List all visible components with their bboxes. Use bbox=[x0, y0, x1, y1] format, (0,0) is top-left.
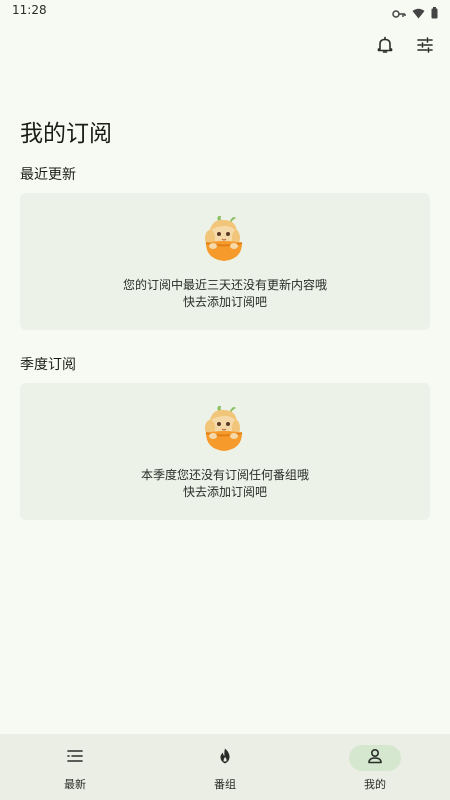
nav-label: 我的 bbox=[364, 778, 386, 791]
status-bar: 11:28 bbox=[0, 0, 450, 22]
empty-message-line1: 本季度您还没有订阅任何番组哦 bbox=[140, 468, 309, 482]
nav-item-latest[interactable]: 最新 bbox=[0, 734, 150, 800]
empty-message-line2: 快去添加订阅吧 bbox=[182, 485, 267, 499]
recent-updates-card: 您的订阅中最近三天还没有更新内容哦 快去添加订阅吧 bbox=[20, 193, 430, 330]
nav-item-bangumi[interactable]: 番组 bbox=[150, 734, 300, 800]
nav-icon-container bbox=[199, 745, 251, 771]
battery-icon bbox=[431, 4, 438, 23]
empty-message-line2: 快去添加订阅吧 bbox=[182, 295, 267, 309]
season-subscriptions-card: 本季度您还没有订阅任何番组哦 快去添加订阅吧 bbox=[20, 383, 430, 520]
mascot-image bbox=[196, 211, 252, 267]
person-icon bbox=[366, 747, 384, 769]
list-icon bbox=[66, 747, 84, 769]
bell-icon bbox=[376, 36, 394, 58]
section-title-recent: 最近更新 bbox=[20, 167, 76, 183]
bottom-nav: 最新 番组 我的 bbox=[0, 734, 450, 800]
nav-label: 番组 bbox=[214, 778, 236, 791]
empty-message-line1: 您的订阅中最近三天还没有更新内容哦 bbox=[122, 278, 327, 292]
nav-icon-container bbox=[49, 745, 101, 771]
filter-button[interactable] bbox=[412, 34, 438, 60]
nav-item-mine[interactable]: 我的 bbox=[300, 734, 450, 800]
nav-label: 最新 bbox=[64, 778, 86, 791]
page-title: 我的订阅 bbox=[20, 121, 112, 147]
mascot-image bbox=[196, 401, 252, 457]
status-time: 11:28 bbox=[12, 3, 47, 17]
key-icon bbox=[392, 4, 406, 23]
fire-icon bbox=[216, 747, 234, 769]
filter-sliders-icon bbox=[416, 36, 434, 58]
status-icons bbox=[392, 4, 438, 23]
section-title-season: 季度订阅 bbox=[20, 357, 76, 373]
notifications-button[interactable] bbox=[372, 34, 398, 60]
top-actions bbox=[372, 34, 438, 60]
nav-icon-container-active bbox=[349, 745, 401, 771]
wifi-icon bbox=[412, 4, 425, 23]
